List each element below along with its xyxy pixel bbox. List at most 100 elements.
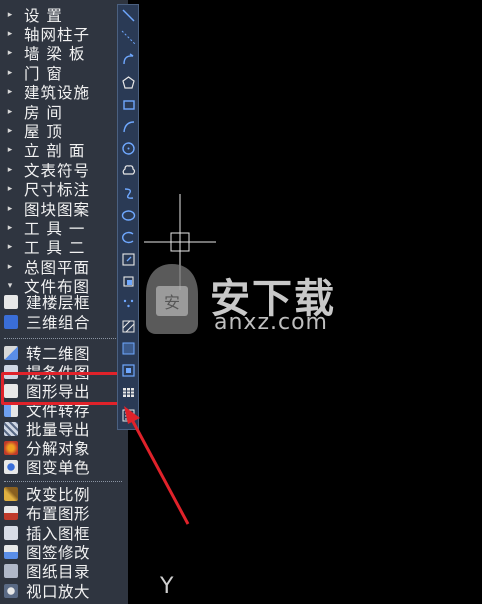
- drawing-list-icon: [4, 564, 18, 579]
- collapsed-arrow-icon: ▸: [7, 242, 13, 253]
- highlight-box: [1, 372, 124, 405]
- menu-category-8[interactable]: ▸ 文表符号: [0, 159, 126, 180]
- menu-command-insert-frame[interactable]: 插入图框: [0, 523, 126, 543]
- polyline-tool-button[interactable]: [120, 51, 137, 68]
- menu-command-to-2d[interactable]: 转二维图: [0, 343, 126, 363]
- insert-frame-icon: [4, 525, 18, 540]
- collapsed-arrow-icon: ▸: [7, 145, 13, 156]
- svg-text:安: 安: [164, 293, 180, 312]
- rectangle-tool-button[interactable]: [120, 96, 137, 113]
- hatch-icon: [122, 320, 135, 333]
- file-save-icon: [4, 403, 18, 417]
- collapsed-arrow-icon: ▸: [7, 106, 13, 117]
- insert-block-tool-button[interactable]: [120, 251, 137, 268]
- menu-category-5[interactable]: ▸ 房 间: [0, 101, 126, 122]
- tarch-menu-panel: ▸ 设 置 ▸ 轴网柱子 ▸ 墙 梁 板 ▸ 门 窗 ▸ 建筑设施 ▸ 房 间 ▸ 屋 顶 ▸ 立 剖 面 ▸ 文…: [0, 0, 128, 604]
- menu-command-change-scale[interactable]: 改变比例: [0, 484, 126, 504]
- explode-object-icon: [4, 441, 18, 455]
- spline-tool-button[interactable]: [120, 185, 137, 202]
- title-block-icon: [4, 544, 18, 559]
- insert-block-icon: [122, 253, 135, 266]
- menu-category-0[interactable]: ▸ 设 置: [0, 4, 126, 25]
- 3d-combine-icon: [4, 314, 18, 329]
- menu-command-monochrome[interactable]: 图变单色: [0, 457, 126, 477]
- table-tool-button[interactable]: [120, 384, 137, 401]
- menu-command-batch-export[interactable]: 批量导出: [0, 419, 126, 439]
- arc-icon: [123, 121, 135, 133]
- batch-export-icon: [4, 422, 18, 436]
- construction-line-icon: [121, 30, 136, 45]
- menu-command-drawing-list[interactable]: 图纸目录: [0, 561, 126, 581]
- to-2d-icon: [4, 346, 18, 360]
- menu-category-10[interactable]: ▸ 图块图案: [0, 198, 126, 219]
- revision-cloud-tool-button[interactable]: [120, 162, 137, 179]
- point-icon: [123, 299, 134, 307]
- y-axis-label: Y: [160, 574, 174, 599]
- menu-divider: [4, 338, 122, 339]
- menu-command-viewport-zoom[interactable]: 视口放大: [0, 581, 126, 601]
- gradient-tool-button[interactable]: [120, 340, 137, 357]
- annotation-arrow: [124, 406, 190, 525]
- ellipse-arc-icon: [122, 231, 134, 244]
- menu-category-12[interactable]: ▸ 工 具 二: [0, 237, 126, 258]
- rectangle-icon: [123, 100, 135, 110]
- arrange-graphic-icon: [4, 506, 18, 521]
- make-block-icon: [123, 276, 134, 287]
- shield-logo-icon: 安: [146, 264, 198, 334]
- ellipse-arc-tool-button[interactable]: [120, 229, 137, 246]
- menu-command-title-block[interactable]: 图签修改: [0, 542, 126, 562]
- viewport-zoom-icon: [4, 583, 18, 598]
- menu-category-3[interactable]: ▸ 门 窗: [0, 62, 126, 83]
- ellipse-icon: [121, 210, 136, 221]
- polyline-icon: [123, 53, 134, 65]
- collapsed-arrow-icon: ▸: [7, 87, 13, 98]
- hatch-tool-button[interactable]: [120, 318, 137, 335]
- menu-command-label: 三维组合: [26, 313, 91, 332]
- arc-tool-button[interactable]: [120, 118, 137, 135]
- menu-divider: [4, 481, 122, 482]
- polygon-icon: [122, 75, 135, 89]
- menu-command-arrange-graphic[interactable]: 布置图形: [0, 503, 126, 523]
- draw-toolbar: [117, 4, 139, 430]
- line-icon: [122, 9, 135, 22]
- floor-frame-icon: [4, 295, 18, 309]
- point-tool-button[interactable]: [120, 296, 137, 313]
- region-tool-button[interactable]: [120, 362, 137, 379]
- menu-command-label: 视口放大: [26, 582, 91, 601]
- region-icon: [122, 364, 135, 377]
- menu-category-1[interactable]: ▸ 轴网柱子: [0, 23, 126, 44]
- collapsed-arrow-icon: ▸: [7, 164, 13, 175]
- menu-command-3d-combine[interactable]: 三维组合: [0, 312, 126, 332]
- watermark: 安 安下载 anxz.com: [140, 260, 360, 340]
- collapsed-arrow-icon: ▸: [7, 125, 13, 136]
- polygon-tool-button[interactable]: [120, 74, 137, 91]
- spline-icon: [124, 187, 134, 199]
- menu-category-6[interactable]: ▸ 屋 顶: [0, 120, 126, 141]
- menu-category-7[interactable]: ▸ 立 剖 面: [0, 140, 126, 161]
- collapsed-arrow-icon: ▸: [7, 184, 13, 195]
- make-block-tool-button[interactable]: [120, 273, 137, 290]
- ellipse-tool-button[interactable]: [120, 207, 137, 224]
- collapsed-arrow-icon: ▸: [7, 48, 13, 59]
- revision-cloud-icon: [122, 165, 136, 175]
- gradient-icon: [122, 342, 135, 355]
- construction-line-tool-button[interactable]: [120, 29, 137, 46]
- circle-tool-button[interactable]: [120, 140, 137, 157]
- collapsed-arrow-icon: ▸: [7, 67, 13, 78]
- collapsed-arrow-icon: ▸: [7, 261, 13, 272]
- menu-category-13[interactable]: ▸ 总图平面: [0, 256, 126, 277]
- menu-category-9[interactable]: ▸ 尺寸标注: [0, 179, 126, 200]
- collapsed-arrow-icon: ▸: [7, 222, 13, 233]
- menu-category-11[interactable]: ▸ 工 具 一: [0, 217, 126, 238]
- menu-category-4[interactable]: ▸ 建筑设施: [0, 82, 126, 103]
- menu-command-explode-object[interactable]: 分解对象: [0, 438, 126, 458]
- collapsed-arrow-icon: ▸: [7, 203, 13, 214]
- expanded-arrow-icon: ▾: [7, 281, 13, 292]
- change-scale-icon: [4, 487, 18, 501]
- collapsed-arrow-icon: ▸: [7, 28, 13, 39]
- line-tool-button[interactable]: [120, 7, 137, 24]
- menu-command-floor-frame[interactable]: 建楼层框: [0, 292, 126, 312]
- menu-command-label: 图变单色: [26, 459, 91, 477]
- circle-icon: [122, 142, 135, 155]
- menu-category-2[interactable]: ▸ 墙 梁 板: [0, 43, 126, 64]
